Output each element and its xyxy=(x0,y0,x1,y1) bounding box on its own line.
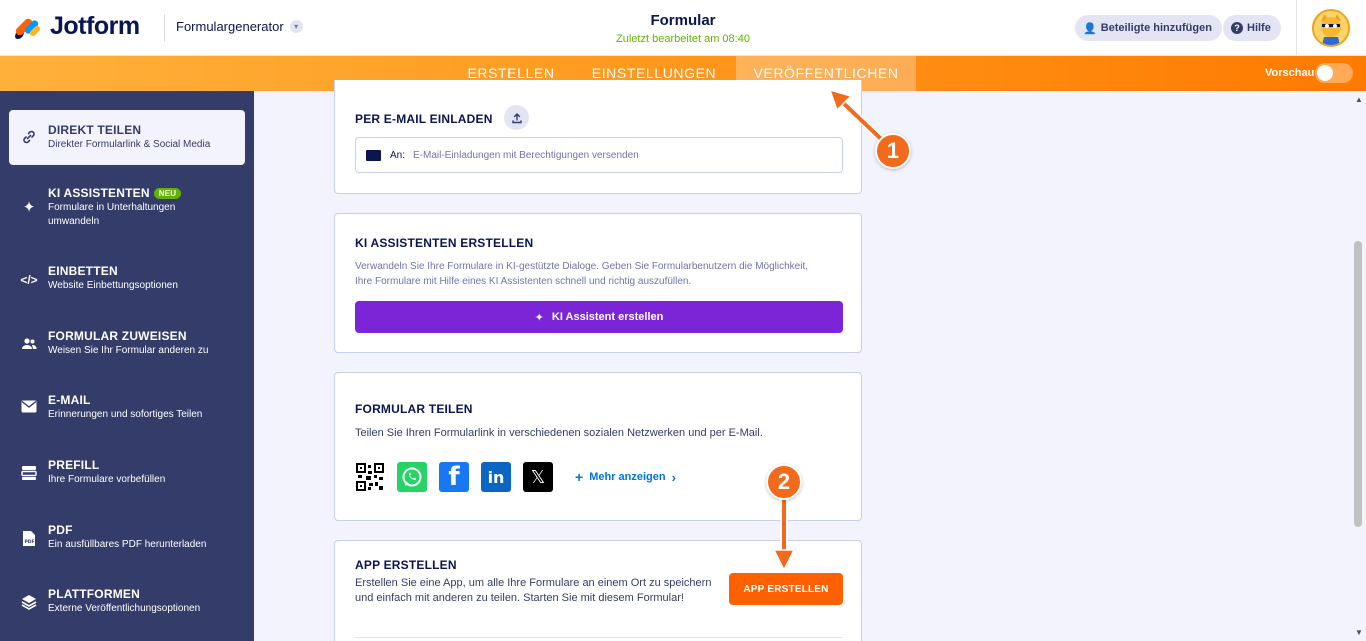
ki-assistant-text: Verwandeln Sie Ihre Formulare in KI-gest… xyxy=(355,261,809,287)
form-title-block: Formular Zuletzt bearbeitet am 08:40 xyxy=(583,12,783,45)
preview-toggle-knob xyxy=(1317,65,1333,81)
sidebar-item-desc: Weisen Sie Ihr Formular anderen zu xyxy=(48,345,209,356)
top-header: Jotform Formulargenerator ▾ Formular Zul… xyxy=(0,0,1366,56)
sidebar-item-title: FORMULAR ZUWEISEN xyxy=(48,329,187,343)
email-invite-field[interactable]: An: E-Mail-Einladungen mit Berechtigunge… xyxy=(355,137,843,173)
upload-icon[interactable] xyxy=(504,105,529,130)
help-icon: ? xyxy=(1231,22,1243,34)
sidebar-item-title: E-MAIL xyxy=(48,393,91,407)
scroll-down-arrow-icon[interactable]: ▼ xyxy=(1352,628,1366,637)
product-switcher-label: Formulargenerator xyxy=(176,19,284,34)
show-more-label: Mehr anzeigen xyxy=(589,471,666,483)
sidebar-item-desc: Ihre Formulare vorbefüllen xyxy=(48,474,166,485)
x-icon[interactable]: 𝕏 xyxy=(523,462,553,492)
user-icon: 👤 xyxy=(1083,22,1097,35)
share-form-title: FORMULAR TEILEN xyxy=(355,402,473,416)
sidebar-item-desc: Externe Veröffentlichungsoptionen xyxy=(48,603,201,614)
sidebar-item-desc: Formulare in Unterhaltungen umwandeln xyxy=(48,202,176,227)
scroll-up-arrow-icon[interactable]: ▲ xyxy=(1352,95,1366,104)
sidebar-item-desc: Website Einbettungsoptionen xyxy=(48,280,178,291)
sidebar-item-title: PLATTFORMEN xyxy=(48,587,140,601)
sidebar-item-einbetten[interactable]: </> EINBETTEN Website Einbettungsoptione… xyxy=(9,252,245,307)
jotform-logo[interactable]: Jotform xyxy=(13,12,140,41)
new-badge: NEU xyxy=(153,188,182,199)
sidebar-item-prefill[interactable]: PREFILL Ihre Formulare vorbefüllen xyxy=(9,446,245,501)
users-icon xyxy=(20,336,38,354)
sidebar-item-desc: Erinnerungen und sofortiges Teilen xyxy=(48,409,203,420)
sidebar-item-title: PDF xyxy=(48,523,73,537)
qr-code-icon[interactable] xyxy=(355,462,385,492)
create-app-text: Erstellen Sie eine App, um alle Ihre For… xyxy=(355,577,712,604)
jotform-logo-icon xyxy=(13,13,42,41)
sidebar-item-email[interactable]: E-MAIL Erinnerungen und sofortiges Teile… xyxy=(9,381,245,436)
create-ki-assistant-label: KI Assistent erstellen xyxy=(551,311,664,323)
sidebar-item-pdf[interactable]: PDF PDF Ein ausfüllbares PDF herunterlad… xyxy=(9,511,245,566)
annotation-marker-2: 2 xyxy=(766,464,802,500)
svg-text:PDF: PDF xyxy=(25,539,35,545)
publish-sidebar: DIREKT TEILEN Direkter Formularlink & So… xyxy=(0,91,254,641)
header-divider xyxy=(164,14,165,42)
add-participants-button[interactable]: 👤 Beteiligte hinzufügen xyxy=(1075,15,1222,41)
chevron-right-icon: › xyxy=(671,469,676,485)
ki-assistant-card: KI ASSISTENTEN ERSTELLEN Verwandeln Sie … xyxy=(334,213,862,353)
envelope-icon xyxy=(366,150,381,161)
sparkle-icon: ✦ xyxy=(534,311,544,324)
sidebar-item-title-text: KI ASSISTENTEN xyxy=(48,186,150,200)
chevron-down-icon: ▾ xyxy=(289,20,303,33)
help-label: Hilfe xyxy=(1247,22,1271,34)
sidebar-item-desc: Direkter Formularlink & Social Media xyxy=(48,139,211,150)
social-share-row: f in 𝕏 + Mehr anzeigen › xyxy=(355,462,676,492)
create-ki-assistant-button[interactable]: ✦ KI Assistent erstellen xyxy=(355,301,843,333)
pdf-icon: PDF xyxy=(20,530,38,548)
prefill-icon xyxy=(20,465,38,483)
sidebar-item-desc: Ein ausfüllbares PDF herunterladen xyxy=(48,539,207,550)
preview-label: Vorschau xyxy=(1265,67,1315,79)
form-title[interactable]: Formular xyxy=(583,12,783,29)
sidebar-item-title: EINBETTEN xyxy=(48,264,118,278)
sidebar-item-direkt-teilen[interactable]: DIREKT TEILEN Direkter Formularlink & So… xyxy=(9,110,245,165)
sidebar-item-title: PREFILL xyxy=(48,458,100,472)
scrollbar-thumb[interactable] xyxy=(1354,241,1362,527)
help-button[interactable]: ? Hilfe xyxy=(1223,15,1281,41)
linkedin-icon[interactable]: in xyxy=(481,462,511,492)
mail-icon xyxy=(20,400,38,418)
whatsapp-icon[interactable] xyxy=(397,462,427,492)
share-form-text: Teilen Sie Ihren Formularlink in verschi… xyxy=(355,427,763,439)
avatar-divider xyxy=(1296,0,1297,56)
annotation-marker-1: 1 xyxy=(875,133,911,169)
sidebar-item-title: DIREKT TEILEN xyxy=(48,123,142,137)
layers-icon xyxy=(20,594,38,612)
email-to-label: An: xyxy=(390,150,406,161)
create-app-title: APP ERSTELLEN xyxy=(355,558,457,572)
plus-icon: + xyxy=(575,469,584,485)
link-icon xyxy=(20,129,38,147)
avatar-cat-icon xyxy=(1314,11,1348,45)
sidebar-item-ki-assistenten[interactable]: ✦ KI ASSISTENTEN NEU Formulare in Unterha… xyxy=(9,175,245,237)
email-invite-title: PER E-MAIL EINLADEN xyxy=(355,112,493,126)
product-switcher[interactable]: Formulargenerator ▾ xyxy=(176,19,303,34)
sparkle-icon: ✦ xyxy=(22,199,36,216)
code-icon: </> xyxy=(20,272,38,287)
avatar[interactable] xyxy=(1312,9,1350,47)
ki-assistant-title: KI ASSISTENTEN ERSTELLEN xyxy=(355,236,534,250)
card-divider xyxy=(355,637,843,638)
email-invite-card: PER E-MAIL EINLADEN An: E-Mail-Einladung… xyxy=(334,80,862,194)
facebook-icon[interactable]: f xyxy=(439,462,469,492)
add-participants-label: Beteiligte hinzufügen xyxy=(1100,22,1212,34)
sidebar-item-formular-zuweisen[interactable]: FORMULAR ZUWEISEN Weisen Sie Ihr Formula… xyxy=(9,317,245,372)
sidebar-item-title: KI ASSISTENTEN NEU xyxy=(48,186,182,200)
create-app-card: APP ERSTELLEN Erstellen Sie eine App, um… xyxy=(334,540,862,641)
email-invite-placeholder: E-Mail-Einladungen mit Berechtigungen ve… xyxy=(413,150,639,161)
last-edited-status: Zuletzt bearbeitet am 08:40 xyxy=(616,33,750,45)
show-more-link[interactable]: + Mehr anzeigen › xyxy=(575,469,676,485)
brand-name: Jotform xyxy=(50,12,140,40)
sidebar-item-plattformen[interactable]: PLATTFORMEN Externe Veröffentlichungsopt… xyxy=(9,575,245,630)
create-app-button[interactable]: APP ERSTELLEN xyxy=(729,573,843,605)
